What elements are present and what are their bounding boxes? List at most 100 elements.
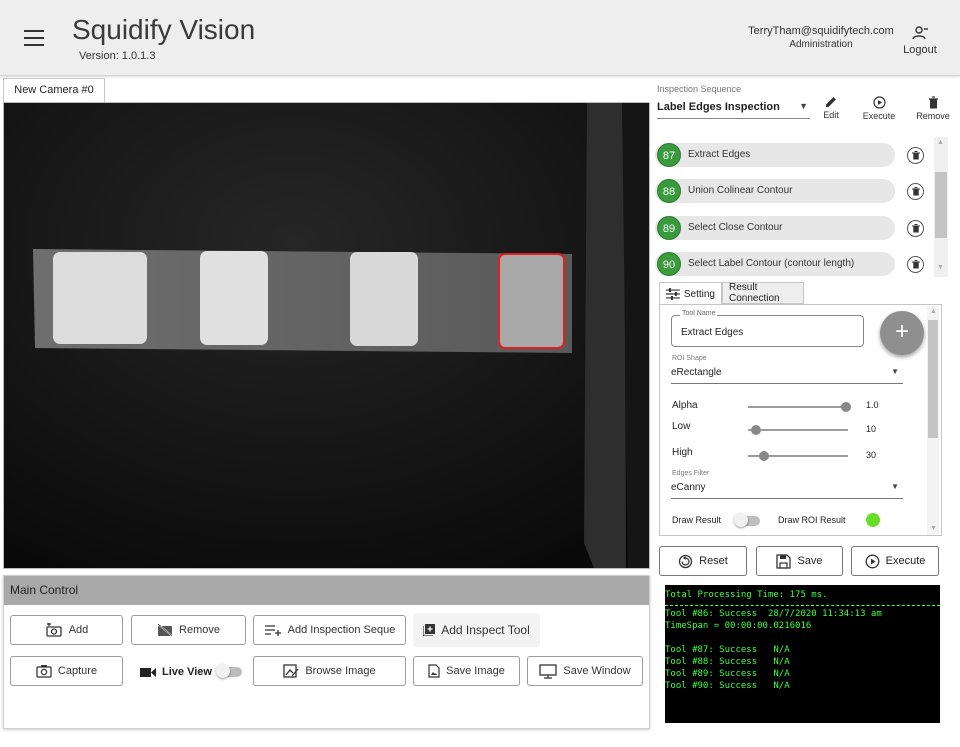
execute-label: Execute <box>862 111 896 121</box>
execute-sequence-button[interactable]: Execute <box>859 96 899 121</box>
dropdown-arrow-icon: ▼ <box>891 482 899 491</box>
hamburger-menu-icon[interactable] <box>24 30 44 46</box>
tool-name: Union Colinear Contour <box>688 185 793 196</box>
user-email: TerryTham@squidifytech.com <box>748 25 894 37</box>
play-circle-icon <box>865 554 880 568</box>
roi-status-indicator <box>866 513 880 527</box>
console-line: Tool #89: Success N/A <box>665 669 790 679</box>
main-control-panel: Main Control Add Remove Add Inspection S… <box>3 575 650 729</box>
tab-setting-label: Setting <box>683 288 715 300</box>
alpha-value: 1.0 <box>866 400 879 410</box>
alpha-label: Alpha <box>672 400 698 411</box>
reset-button[interactable]: Reset <box>659 546 747 576</box>
scroll-up-icon[interactable]: ▲ <box>937 139 944 146</box>
scroll-down-icon[interactable]: ▼ <box>937 264 944 271</box>
alpha-slider[interactable] <box>748 402 851 412</box>
tool-settings-panel: Tool Name Extract Edges + ROI Shape eRec… <box>659 304 942 536</box>
browse-image-label: Browse Image <box>305 665 376 677</box>
inspection-sequence-label: Inspection Sequence <box>657 84 742 94</box>
settings-scroll-thumb[interactable] <box>928 320 938 438</box>
app-header: Squidify Vision Version: 1.0.1.3 TerryTh… <box>0 0 960 76</box>
execute-action-label: Execute <box>885 555 926 567</box>
tool-list-scroll-thumb[interactable] <box>935 172 947 238</box>
tab-camera[interactable]: New Camera #0 <box>3 78 105 102</box>
low-slider[interactable] <box>748 425 848 435</box>
main-control-title: Main Control <box>4 576 649 605</box>
roi-shape-dropdown[interactable]: eRectangle ▼ <box>671 367 903 384</box>
high-value: 30 <box>866 450 877 460</box>
add-camera-button[interactable]: Add <box>10 615 123 645</box>
low-value: 10 <box>866 424 877 434</box>
browse-image-button[interactable]: Browse Image <box>253 656 406 686</box>
monitor-icon <box>539 663 558 679</box>
console-divider <box>665 605 940 606</box>
delete-tool-icon[interactable] <box>907 183 924 200</box>
edges-filter-value: eCanny <box>671 482 706 493</box>
edit-sequence-button[interactable]: Edit <box>811 96 851 120</box>
trash-icon <box>928 96 938 109</box>
high-slider[interactable] <box>748 451 848 461</box>
alpha-slider-thumb[interactable] <box>841 402 851 412</box>
app-title: Squidify Vision <box>72 14 256 45</box>
add-inspection-sequence-button[interactable]: Add Inspection Seque <box>253 615 406 645</box>
console-line: Tool #88: Success N/A <box>665 657 790 667</box>
delete-tool-icon[interactable] <box>907 147 924 164</box>
low-label: Low <box>672 421 691 432</box>
app-version: Version: 1.0.1.3 <box>79 50 156 62</box>
high-label: High <box>672 447 693 458</box>
pencil-icon <box>826 97 836 107</box>
tool-name: Select Label Contour (contour length) <box>688 258 855 269</box>
tab-result-connection[interactable]: Result Connection <box>722 282 804 304</box>
add-inspect-tool-label: Add Inspect Tool <box>441 623 530 637</box>
edges-filter-dropdown[interactable]: eCanny ▼ <box>671 482 903 499</box>
scroll-up-icon[interactable]: ▲ <box>930 308 937 315</box>
tune-icon <box>666 288 680 300</box>
tool-name-field[interactable]: Tool Name Extract Edges <box>671 310 864 347</box>
dropdown-arrow-icon: ▼ <box>891 367 899 376</box>
save-button[interactable]: Save <box>756 546 843 576</box>
execute-button[interactable]: Execute <box>851 546 939 576</box>
result-console: Total Processing Time: 175 ms. Tool #86:… <box>665 585 940 723</box>
edit-label: Edit <box>823 110 839 120</box>
high-slider-thumb[interactable] <box>759 451 769 461</box>
save-icon <box>776 553 792 569</box>
user-role: Administration <box>789 39 853 50</box>
remove-camera-button[interactable]: Remove <box>131 615 246 645</box>
tab-setting[interactable]: Setting <box>659 282 722 305</box>
inspection-sequence-value: Label Edges Inspection <box>657 101 780 113</box>
capture-button[interactable]: Capture <box>10 656 123 686</box>
logout-icon <box>912 26 928 40</box>
save-window-button[interactable]: Save Window <box>527 656 643 686</box>
camera-image <box>4 103 649 568</box>
live-view-toggle[interactable] <box>215 664 242 678</box>
image-file-icon <box>428 664 440 678</box>
add-inspect-tool-button[interactable]: Add Inspect Tool <box>413 613 540 647</box>
delete-tool-icon[interactable] <box>907 256 924 273</box>
camera-view[interactable] <box>3 102 650 569</box>
list-item[interactable]: 88 Union Colinear Contour <box>655 179 895 203</box>
list-item[interactable]: 90 Select Label Contour (contour length) <box>655 252 895 276</box>
tool-name-label: Tool Name <box>680 310 718 317</box>
draw-result-toggle[interactable] <box>734 513 760 527</box>
tool-number-badge: 87 <box>657 143 681 167</box>
tab-result-connection-label: Result Connection <box>729 282 780 304</box>
delete-tool-icon[interactable] <box>907 220 924 237</box>
add-tool-fab-button[interactable]: + <box>880 311 924 355</box>
scroll-down-icon[interactable]: ▼ <box>930 525 937 532</box>
playlist-add-icon <box>264 625 281 636</box>
draw-roi-result-label: Draw ROI Result <box>778 515 846 525</box>
save-image-button[interactable]: Save Image <box>413 656 520 686</box>
camera-icon <box>36 665 52 678</box>
remove-sequence-button[interactable]: Remove <box>913 96 953 121</box>
remove-label: Remove <box>916 111 950 121</box>
low-slider-thumb[interactable] <box>751 425 761 435</box>
play-circle-icon <box>872 96 886 109</box>
list-item[interactable]: 87 Extract Edges <box>655 143 895 167</box>
tool-name-value: Extract Edges <box>681 327 744 338</box>
add-box-icon <box>423 624 436 636</box>
logout-button[interactable]: Logout <box>896 26 944 56</box>
inspection-sequence-dropdown[interactable]: Label Edges Inspection ▼ <box>657 99 810 119</box>
reset-label: Reset <box>699 555 728 567</box>
list-item[interactable]: 89 Select Close Contour <box>655 216 895 240</box>
save-image-label: Save Image <box>446 665 505 677</box>
